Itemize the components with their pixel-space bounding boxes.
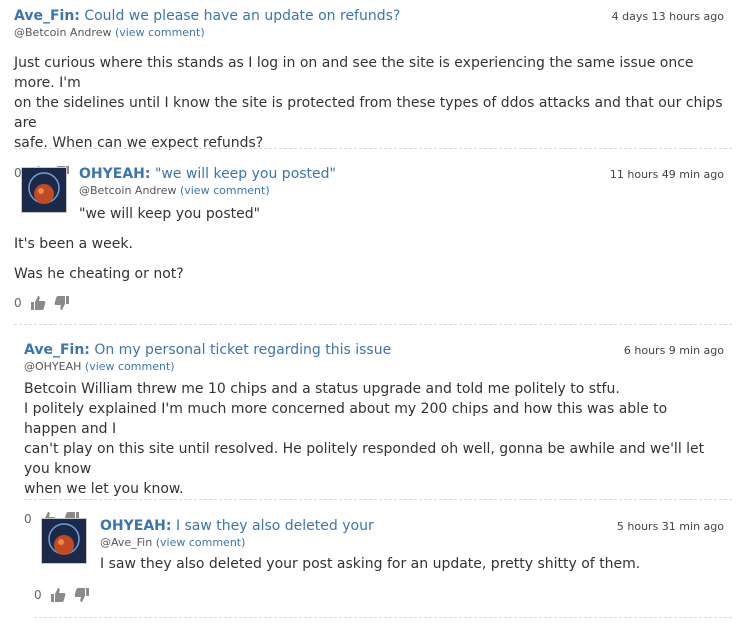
reply-meta: @OHYEAH (view comment) — [24, 360, 724, 373]
comment-line: Just curious where this stands as I log … — [14, 55, 694, 91]
comment-line: I saw they also deleted your post asking… — [100, 556, 641, 572]
comment-4: OHYEAH: I saw they also deleted your 5 h… — [34, 518, 724, 603]
thumbs-up-icon[interactable] — [30, 295, 46, 311]
comment-timestamp: 4 days 13 hours ago — [611, 10, 724, 23]
comment-line: I politely explained I'm much more conce… — [24, 401, 668, 437]
view-comment-link[interactable]: (view comment) — [85, 360, 175, 373]
reply-to: @Betcoin Andrew — [79, 184, 177, 197]
comment-line: can't play on this site until resolved. … — [24, 441, 705, 477]
reply-to: @Ave_Fin — [100, 536, 153, 549]
comment-body: I saw they also deleted your post asking… — [34, 554, 724, 574]
thumbs-up-icon[interactable] — [50, 587, 66, 603]
comment-author[interactable]: Ave_Fin: — [24, 342, 90, 358]
comment-line: when we let you know. — [24, 481, 184, 497]
vote-bar: 0 — [14, 295, 724, 311]
comment-title[interactable]: On my personal ticket regarding this iss… — [94, 342, 391, 358]
comment-body: Just curious where this stands as I log … — [14, 53, 724, 153]
vote-count: 0 — [14, 296, 22, 310]
reply-meta: @Ave_Fin (view comment) — [34, 536, 724, 549]
comment-line: It's been a week. — [14, 236, 133, 252]
thumbs-down-icon[interactable] — [54, 295, 70, 311]
comment-divider — [24, 499, 732, 500]
comment-1: Ave_Fin: Could we please have an update … — [14, 8, 724, 181]
view-comment-link[interactable]: (view comment) — [156, 536, 246, 549]
comment-line: Betcoin William threw me 10 chips and a … — [24, 381, 620, 397]
thumbs-down-icon[interactable] — [74, 587, 90, 603]
comment-line: on the sidelines until I know the site i… — [14, 95, 723, 131]
quote-line: "we will keep you posted" — [79, 206, 261, 222]
comment-line: Was he cheating or not? — [14, 266, 184, 282]
comment-timestamp: 11 hours 49 min ago — [609, 168, 724, 181]
comment-divider — [14, 324, 732, 325]
view-comment-link[interactable]: (view comment) — [180, 184, 270, 197]
vote-count: 0 — [24, 512, 32, 526]
vote-bar: 0 — [34, 587, 724, 603]
reply-to: @OHYEAH — [24, 360, 82, 373]
comment-author[interactable]: Ave_Fin: — [14, 8, 80, 24]
comment-header: Ave_Fin: On my personal ticket regarding… — [24, 342, 724, 358]
view-comment-link[interactable]: (view comment) — [115, 26, 205, 39]
vote-count: 0 — [34, 588, 42, 602]
comment-body: Betcoin William threw me 10 chips and a … — [24, 379, 724, 499]
comment-2: OHYEAH: "we will keep you posted" 11 hou… — [14, 166, 724, 311]
comment-line: safe. When can we expect refunds? — [14, 135, 264, 151]
comment-author[interactable]: OHYEAH: — [79, 166, 150, 182]
comment-timestamp: 5 hours 31 min ago — [616, 520, 724, 533]
comment-title[interactable]: I saw they also deleted your — [176, 518, 374, 534]
comment-title[interactable]: Could we please have an update on refund… — [84, 8, 400, 24]
comment-divider — [34, 617, 732, 618]
comment-divider — [14, 148, 732, 149]
comment-title[interactable]: "we will keep you posted" — [155, 166, 336, 182]
comment-author[interactable]: OHYEAH: — [100, 518, 171, 534]
reply-to: @Betcoin Andrew — [14, 26, 112, 39]
reply-meta: @Betcoin Andrew (view comment) — [14, 184, 724, 197]
reply-meta: @Betcoin Andrew (view comment) — [14, 26, 724, 39]
comment-timestamp: 6 hours 9 min ago — [623, 344, 724, 357]
comment-body: "we will keep you posted" It's been a we… — [14, 204, 724, 284]
